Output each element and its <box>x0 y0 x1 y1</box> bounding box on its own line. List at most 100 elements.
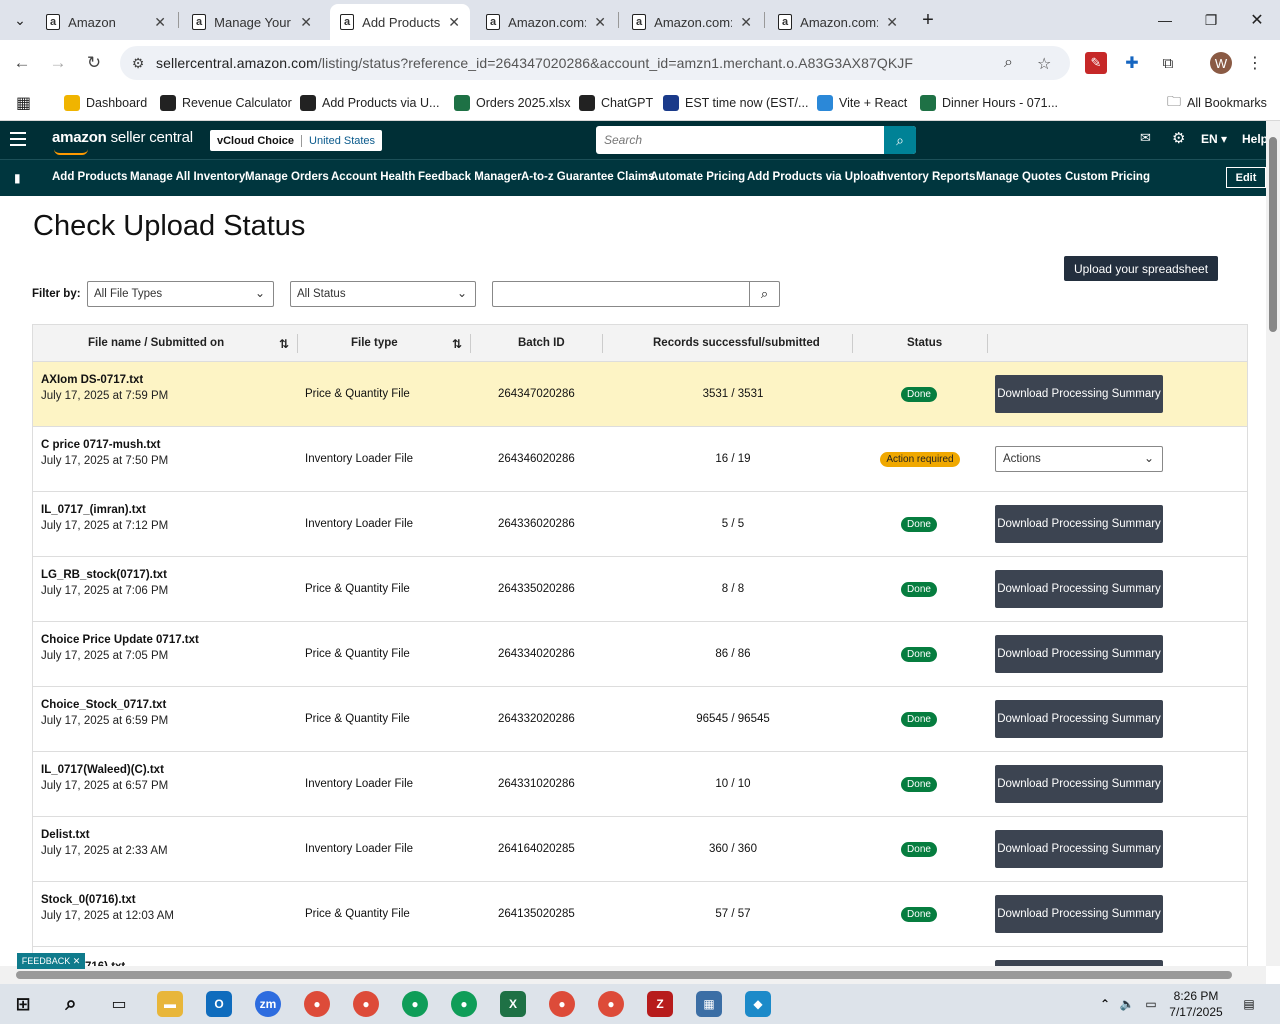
apps-grid-icon[interactable]: ▦ <box>16 92 31 114</box>
notification-icon[interactable]: ▤ <box>1236 991 1262 1017</box>
chrome-icon[interactable]: ● <box>353 991 379 1017</box>
edit-nav-button[interactable]: Edit <box>1226 167 1266 188</box>
filter-search-input[interactable] <box>492 281 750 307</box>
reload-icon[interactable]: ↻ <box>79 48 109 78</box>
new-tab-button[interactable]: + <box>906 0 950 40</box>
sort-icon[interactable]: ⇅ <box>452 337 462 351</box>
profile-avatar[interactable]: W <box>1210 52 1232 74</box>
minimize-icon[interactable]: — <box>1142 0 1188 40</box>
tab-1[interactable]: a Amazon ✕ <box>36 4 176 40</box>
nav-item[interactable]: Add Products <box>52 171 127 183</box>
help-link[interactable]: Help <box>1242 132 1268 146</box>
app-icon[interactable]: ◆ <box>745 991 771 1017</box>
chrome-icon[interactable]: ● <box>598 991 624 1017</box>
nav-item[interactable]: Add Products via Upload <box>747 171 884 183</box>
download-summary-button[interactable]: Download Processing Summary <box>995 830 1163 868</box>
file-type-select[interactable]: All File Types ⌄ <box>87 281 274 307</box>
close-tab-icon[interactable]: ✕ <box>886 14 898 31</box>
windows-start-icon[interactable]: ⊞ <box>10 991 36 1017</box>
nav-item[interactable]: Automate Pricing <box>650 171 745 183</box>
clock[interactable]: 8:26 PM 7/17/2025 <box>1166 988 1226 1020</box>
close-tab-icon[interactable]: ✕ <box>300 14 312 31</box>
nav-item[interactable]: Manage All Inventory <box>130 171 245 183</box>
search-input[interactable]: Search <box>604 133 642 147</box>
zoom-icon[interactable]: ⌕ <box>1004 54 1013 72</box>
vertical-scrollbar[interactable] <box>1266 121 1280 966</box>
browser-menu-icon[interactable]: ⋮ <box>1244 52 1266 74</box>
excel-icon[interactable]: X <box>500 991 526 1017</box>
file-explorer-icon[interactable]: ▬ <box>157 991 183 1017</box>
seller-search[interactable]: Search ⌕ <box>596 126 916 154</box>
nav-item[interactable]: Account Health <box>331 171 415 183</box>
tab-4[interactable]: a Amazon.com: ✕ <box>476 4 616 40</box>
network-icon[interactable]: ▭ <box>1138 991 1164 1017</box>
bookmark-item[interactable]: Orders 2025.xlsx <box>454 92 570 114</box>
close-tab-icon[interactable]: ✕ <box>154 14 166 31</box>
bookmark-item[interactable]: EST time now (EST/... <box>663 92 808 114</box>
upload-spreadsheet-button[interactable]: Upload your spreadsheet <box>1064 256 1218 281</box>
nav-item[interactable]: Manage Quotes <box>976 171 1062 183</box>
bookmark-item[interactable]: Add Products via U... <box>300 92 439 114</box>
search-icon[interactable]: ⌕ <box>58 991 84 1017</box>
chrome-icon[interactable]: ● <box>304 991 330 1017</box>
calculator-icon[interactable]: ▦ <box>696 991 722 1017</box>
download-summary-button[interactable]: Download Processing Summary <box>995 375 1163 413</box>
tab-6[interactable]: a Amazon.com: ✕ <box>768 4 908 40</box>
seller-central-logo[interactable]: amazon seller central <box>52 129 193 155</box>
close-tab-icon[interactable]: ✕ <box>740 14 752 31</box>
nav-item[interactable]: Inventory Reports <box>877 171 975 183</box>
task-view-icon[interactable]: ▭ <box>106 991 132 1017</box>
download-summary-button[interactable]: Download Processing Summary <box>995 765 1163 803</box>
extensions-puzzle-icon[interactable]: ⧉ <box>1157 52 1179 74</box>
restore-icon[interactable]: ❐ <box>1188 0 1234 40</box>
all-bookmarks[interactable]: 🗀 All Bookmarks <box>1167 92 1267 114</box>
actions-select[interactable]: Actions ⌄ <box>995 446 1163 472</box>
bookmark-item[interactable]: Vite + React <box>817 92 907 114</box>
close-tab-icon[interactable]: ✕ <box>448 14 460 31</box>
download-summary-button[interactable]: Download Processing Summary <box>995 700 1163 738</box>
nav-item[interactable]: A-to-z Guarantee Claims <box>521 171 655 183</box>
bookmark-item[interactable]: Dinner Hours - 071... <box>920 92 1058 114</box>
volume-icon[interactable]: 🔈 <box>1114 991 1140 1017</box>
filezilla-icon[interactable]: Z <box>647 991 673 1017</box>
bookmark-item[interactable]: Revenue Calculator <box>160 92 292 114</box>
close-window-icon[interactable]: ✕ <box>1234 0 1280 40</box>
chrome-icon[interactable]: ● <box>451 991 477 1017</box>
status-select[interactable]: All Status ⌄ <box>290 281 476 307</box>
outlook-icon[interactable]: O <box>206 991 232 1017</box>
nav-item[interactable]: Custom Pricing <box>1065 171 1150 183</box>
feedback-button[interactable]: FEEDBACK ✕ <box>17 953 85 969</box>
mail-icon[interactable]: ✉ <box>1140 130 1151 146</box>
download-summary-button[interactable]: Download Processing Summary <box>995 895 1163 933</box>
download-summary-button[interactable]: Download Processing Summary <box>995 570 1163 608</box>
nav-item[interactable]: Feedback Manager <box>418 171 522 183</box>
gear-icon[interactable]: ⚙ <box>1172 129 1185 147</box>
site-info-icon[interactable]: ⚙ <box>120 55 156 72</box>
forward-icon[interactable]: → <box>43 48 73 78</box>
download-summary-button[interactable]: Download Processing Summary <box>995 635 1163 673</box>
chrome-icon[interactable]: ● <box>402 991 428 1017</box>
address-bar[interactable]: ⚙ sellercentral.amazon.com/listing/statu… <box>120 46 1070 80</box>
tab-2[interactable]: a Manage Your ✕ <box>182 4 322 40</box>
chrome-icon[interactable]: ● <box>549 991 575 1017</box>
account-switcher[interactable]: vCloud Choice United States <box>210 130 383 151</box>
bookmark-star-icon[interactable]: ☆ <box>1037 54 1051 74</box>
tab-3[interactable]: a Add Products ✕ <box>330 4 470 40</box>
horizontal-scrollbar[interactable] <box>0 966 1266 984</box>
nav-item[interactable]: Manage Orders <box>245 171 329 183</box>
download-summary-button[interactable]: Download Processing Summary <box>995 505 1163 543</box>
tab-5[interactable]: a Amazon.com: ✕ <box>622 4 762 40</box>
language-select[interactable]: EN ▾ <box>1201 132 1227 146</box>
search-icon[interactable]: ⌕ <box>884 126 916 154</box>
close-tab-icon[interactable]: ✕ <box>594 14 606 31</box>
pdf-extension-icon[interactable]: ✎ <box>1085 52 1107 74</box>
zoom-app-icon[interactable]: zm <box>255 991 281 1017</box>
hamburger-menu-icon[interactable] <box>10 132 26 146</box>
bookmark-icon[interactable]: ▮ <box>14 171 21 185</box>
bookmark-item[interactable]: ChatGPT <box>579 92 653 114</box>
bookmark-item[interactable]: Dashboard <box>64 92 147 114</box>
extension-icon[interactable]: ✚ <box>1121 52 1143 74</box>
back-icon[interactable]: ← <box>7 48 37 78</box>
filter-search-button[interactable]: ⌕ <box>749 281 780 307</box>
sort-icon[interactable]: ⇅ <box>279 337 289 351</box>
